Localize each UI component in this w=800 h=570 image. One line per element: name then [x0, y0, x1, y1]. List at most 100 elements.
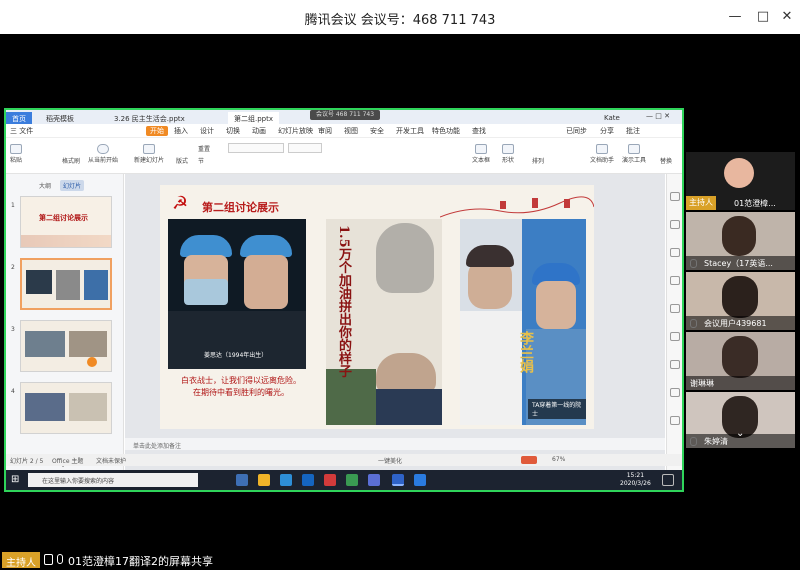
participant-tile[interactable]: Stacey（17英语... [686, 212, 795, 270]
doc-assistant-button[interactable]: 文档助手 [590, 144, 614, 164]
participant-tile[interactable]: 朱婷清 ⌄ [686, 392, 795, 448]
participant-tile[interactable]: 谢琳琳 [686, 332, 795, 390]
store-icon[interactable] [280, 474, 292, 486]
windows-start-icon[interactable]: ⊞ [11, 474, 19, 485]
format-painter-button[interactable]: 格式刷 [62, 156, 80, 165]
play-icon[interactable] [521, 456, 537, 464]
font-family-select[interactable] [228, 143, 284, 153]
mic-icon [57, 554, 63, 564]
slide-thumb-3[interactable] [20, 320, 112, 372]
wps-icon[interactable] [392, 474, 404, 486]
thumb-photo [25, 393, 65, 421]
sidebar-icon[interactable] [670, 416, 680, 425]
menu-start[interactable]: 开始 [146, 126, 168, 136]
paste-button[interactable]: 粘贴 [10, 144, 22, 164]
wps-tab-bar: 首页 稻壳模板 3.26 民主生活会.pptx 第二组.pptx 会议号 468… [6, 110, 682, 124]
minimize-icon[interactable]: — [724, 6, 746, 28]
font-size-select[interactable] [288, 143, 322, 153]
menu-special[interactable]: 特色功能 [432, 126, 460, 136]
menu-file[interactable]: 三 文件 [10, 126, 33, 136]
slide-number: 3 [11, 326, 15, 333]
sidebar-icon[interactable] [670, 360, 680, 369]
menu-review[interactable]: 审阅 [318, 126, 332, 136]
taskbar-search[interactable]: 在这里输入你要搜索的内容 [28, 473, 198, 487]
slide-thumb-2[interactable] [20, 258, 112, 310]
participant-tile[interactable]: 主持人 01范澄樟... [686, 152, 795, 210]
menu-design[interactable]: 设计 [200, 126, 214, 136]
comment-button[interactable]: 批注 [626, 126, 640, 136]
close-icon[interactable]: ✕ [776, 6, 798, 28]
menu-animation[interactable]: 动画 [252, 126, 266, 136]
section-button[interactable]: 节 [198, 156, 204, 165]
menu-developer[interactable]: 开发工具 [396, 126, 424, 136]
textbox-button[interactable]: 文本框 [472, 144, 490, 164]
menu-transition[interactable]: 切换 [226, 126, 240, 136]
share-button[interactable]: 分享 [600, 126, 614, 136]
great-wall-decoration [440, 196, 594, 218]
sidebar-icon[interactable] [670, 192, 680, 201]
chrome-icon[interactable] [346, 474, 358, 486]
beautify-button[interactable]: 一键美化 [378, 456, 402, 465]
replace-button[interactable]: 替换 [660, 156, 672, 165]
menu-security[interactable]: 安全 [370, 126, 384, 136]
add-icon[interactable] [87, 357, 97, 367]
tab-home[interactable]: 首页 [6, 112, 32, 124]
vertical-slogan: 1.5万个加油拼出你的样子 [336, 225, 351, 378]
sidebar-icon[interactable] [670, 276, 680, 285]
app-icon[interactable] [368, 474, 380, 486]
participant-name: 谢琳琳 [686, 376, 795, 390]
layout-button[interactable]: 版式 [176, 156, 188, 165]
window-controls-icon[interactable]: — □ ✕ [646, 112, 670, 120]
sidebar-icon[interactable] [670, 332, 680, 341]
menu-slideshow[interactable]: 幻灯片放映 [278, 126, 313, 136]
tab-file-1[interactable]: 3.26 民主生活会.pptx [108, 112, 191, 124]
chevron-down-icon[interactable]: ⌄ [736, 428, 744, 439]
tab-outline[interactable]: 大纲 [36, 180, 54, 191]
font-style-row[interactable] [228, 157, 322, 167]
presentation-tools-button[interactable]: 演示工具 [622, 144, 646, 164]
tab-slides[interactable]: 幻灯片 [59, 180, 84, 191]
folder-icon[interactable] [258, 474, 270, 486]
shape-button[interactable]: 形状 [502, 144, 514, 164]
tab-file-2[interactable]: 第二组.pptx [228, 112, 279, 124]
photo-caption: TA穿着第一线的院士 [528, 399, 586, 419]
screen-share-icon [44, 554, 53, 565]
menu-insert[interactable]: 插入 [174, 126, 188, 136]
new-slide-button[interactable]: 新建幻灯片 [134, 144, 164, 164]
tencent-meeting-icon[interactable] [414, 474, 426, 486]
current-slide[interactable]: ☭ 第二组讨论展示 姜思达（1994年出生） 白衣战士，让我们得以远离危险。 在… [160, 185, 594, 429]
sidebar-icon[interactable] [670, 248, 680, 257]
reset-button[interactable]: 重置 [198, 144, 210, 153]
video-person [722, 216, 756, 256]
participant-tile[interactable]: 会议用户439681 [686, 272, 795, 330]
tab-template[interactable]: 稻壳模板 [40, 112, 80, 124]
notification-icon[interactable] [662, 474, 674, 486]
sync-status[interactable]: 已同步 [566, 126, 587, 136]
taskbar-app-icon[interactable] [236, 474, 248, 486]
left-panel-tabs: 大纲 幻灯片 [36, 180, 88, 191]
ribbon: 粘贴 格式刷 从当前开始 新建幻灯片 版式 节 重置 文本框 形状 排列 文档助… [6, 138, 682, 174]
sidebar-icon[interactable] [670, 304, 680, 313]
participant-name: 01范澄樟... [734, 199, 776, 208]
participant-name: 会议用户439681 [686, 316, 795, 330]
browser-icon[interactable] [324, 474, 336, 486]
sidebar-icon[interactable] [670, 388, 680, 397]
slide-title: 第二组讨论展示 [202, 201, 279, 214]
sidebar-icon[interactable] [670, 220, 680, 229]
video-person [722, 276, 758, 318]
menu-search[interactable]: 查找 [472, 126, 486, 136]
protect-status[interactable]: 文档未保护 [96, 456, 126, 465]
mail-icon[interactable] [302, 474, 314, 486]
arrange-button[interactable]: 排列 [532, 156, 544, 165]
theme-name: Office 主题 [52, 458, 84, 465]
shared-screen: 首页 稻壳模板 3.26 民主生活会.pptx 第二组.pptx 会议号 468… [4, 108, 684, 492]
user-name[interactable]: Kate [598, 112, 626, 124]
red-caption: 白衣战士，让我们得以远离危险。 在期待中看到胜利的曙光。 [166, 375, 316, 399]
zoom-level[interactable]: 67% [552, 456, 565, 463]
notes-placeholder[interactable]: 单击此处添加备注 [125, 438, 665, 450]
maximize-icon[interactable]: □ [752, 6, 774, 28]
play-from-current-button[interactable]: 从当前开始 [88, 144, 118, 164]
slide-thumb-1[interactable]: 第二组讨论展示 [20, 196, 112, 248]
menu-view[interactable]: 视图 [344, 126, 358, 136]
slide-thumb-4[interactable] [20, 382, 112, 434]
